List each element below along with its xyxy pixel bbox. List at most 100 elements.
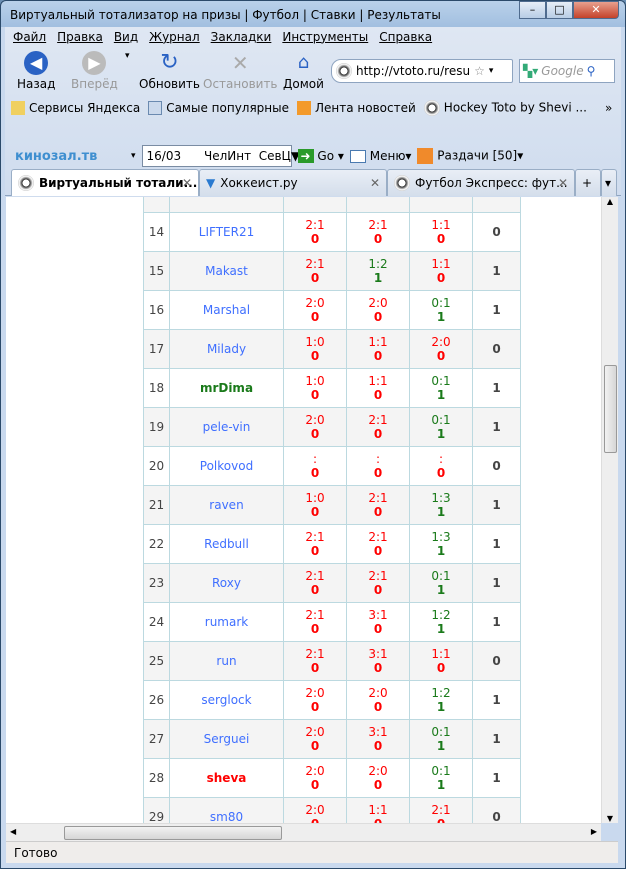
player-name-link[interactable]: run <box>216 654 236 668</box>
kinozal-combo[interactable]: 16/03 ЧелИнт СевЦ ▼ <box>141 145 300 167</box>
new-tab-button[interactable]: + <box>575 169 601 196</box>
scroll-right-icon[interactable]: ▶ <box>591 827 597 836</box>
search-box[interactable]: ▚▾ Google ⚲ <box>519 59 615 83</box>
total-points: 1 <box>472 758 521 798</box>
player-name-link[interactable]: mrDima <box>200 381 253 395</box>
back-button[interactable]: ◀ Назад <box>17 51 55 91</box>
bet-score: 0:1 <box>431 725 451 739</box>
player-name-link[interactable]: serglock <box>201 693 251 707</box>
player-name-link[interactable]: pele-vin <box>203 420 251 434</box>
history-dropdown[interactable]: ▾ <box>125 51 130 61</box>
scroll-down-icon[interactable]: ▼ <box>602 814 618 823</box>
close-tab-icon[interactable]: ✕ <box>182 176 192 190</box>
total-points: 1 <box>472 407 521 447</box>
minimize-button[interactable]: – <box>519 1 546 19</box>
menu-history[interactable]: Журнал <box>149 30 200 44</box>
razdachi-button[interactable]: Раздачи [50]▾ <box>417 148 523 164</box>
search-icon[interactable]: ⚲ <box>587 64 596 78</box>
table-row: 17 Milady 1:0 0 1:1 0 2:0 0 0 <box>143 329 521 369</box>
results-table: 1300114LIFTER212:102:101:10015Makast2:10… <box>143 197 521 823</box>
rss-icon <box>417 148 434 164</box>
player-name-link[interactable]: Serguei <box>204 732 250 746</box>
bookmark-popular[interactable]: Самые популярные <box>148 101 289 116</box>
menu-help[interactable]: Справка <box>379 30 432 44</box>
scroll-left-icon[interactable]: ◀ <box>10 827 16 836</box>
menu-view[interactable]: Вид <box>114 30 138 44</box>
site-favicon <box>336 63 352 79</box>
player-name-link[interactable]: Redbull <box>204 537 249 551</box>
home-button[interactable]: ⌂ Домой <box>283 51 324 91</box>
total-points: 1 <box>472 290 521 330</box>
total-points: 1 <box>472 719 521 759</box>
tab-hokkeist[interactable]: ▼ Хоккеист.ру ✕ <box>199 169 387 196</box>
vertical-scrollbar[interactable]: ▲ ▼ <box>601 197 618 823</box>
player-name-link[interactable]: Milady <box>207 342 246 356</box>
address-bar[interactable]: http://vtoto.ru/resu ☆ ▾ <box>331 59 513 83</box>
total-points: 1 <box>472 485 521 525</box>
close-button[interactable]: ✕ <box>573 1 619 19</box>
menu-button[interactable]: Меню▾ <box>349 149 411 163</box>
bookmarks-toolbar: Сервисы Яндекса Самые популярные Лента н… <box>11 100 612 116</box>
row-number: 24 <box>143 602 170 642</box>
table-row: 23 Roxy 2:1 0 2:1 0 0:1 1 1 <box>143 563 521 603</box>
player-name-link[interactable]: sheva <box>207 771 247 785</box>
player-name-link[interactable]: Roxy <box>212 576 241 590</box>
bet-score: 2:0 <box>305 686 325 700</box>
bet-points: 0 <box>310 778 320 792</box>
table-row: 15 Makast 2:1 0 1:2 1 1:1 0 1 <box>143 251 521 291</box>
row-number: 21 <box>143 485 170 525</box>
bet-points: 0 <box>310 466 320 480</box>
total-points: 0 <box>472 212 521 252</box>
title-bar: Виртуальный тотализатор на призы | Футбо… <box>5 4 445 26</box>
player-name-link[interactable]: rumark <box>205 615 248 629</box>
stop-button[interactable]: ✕ Остановить <box>203 51 278 91</box>
bet-points: 0 <box>373 232 383 246</box>
forward-button[interactable]: ▶ Вперёд <box>71 51 118 91</box>
scroll-up-icon[interactable]: ▲ <box>602 197 618 206</box>
bet-score: 2:0 <box>368 686 388 700</box>
bet-score: 2:1 <box>305 257 325 271</box>
star-icon[interactable]: ☆ <box>474 64 485 78</box>
tab-vtoto[interactable]: Виртуальный тотали... ✕ <box>11 169 199 196</box>
menu-bookmarks[interactable]: Закладки <box>211 30 272 44</box>
bet-points: 0 <box>373 661 383 675</box>
horizontal-scroll-thumb[interactable] <box>64 826 282 840</box>
bet-score: 2:1 <box>305 569 325 583</box>
bet-score: 1:3 <box>431 530 451 544</box>
bookmark-yandex[interactable]: Сервисы Яндекса <box>11 101 140 116</box>
bookmark-news[interactable]: Лента новостей <box>297 101 416 116</box>
go-button[interactable]: ➜ Go ▾ <box>297 149 344 163</box>
close-tab-icon[interactable]: ✕ <box>558 176 568 190</box>
player-name-link[interactable]: sm80 <box>210 810 243 823</box>
horizontal-scrollbar[interactable]: ◀ ▶ <box>6 823 601 841</box>
player-name-link[interactable]: Polkovod <box>200 459 253 473</box>
vertical-scroll-thumb[interactable] <box>604 365 617 453</box>
google-icon[interactable]: ▚▾ <box>523 64 538 78</box>
player-name-link[interactable]: LIFTER21 <box>199 225 254 239</box>
bookmark-hockey-toto[interactable]: Hockey Toto by Shevi ... <box>423 100 587 116</box>
bet-score: 1:1 <box>431 647 451 661</box>
player-name-link[interactable]: Marshal <box>203 303 250 317</box>
row-number: 29 <box>143 797 170 823</box>
menu-edit[interactable]: Правка <box>57 30 103 44</box>
bet-score: 2:1 <box>305 218 325 232</box>
close-tab-icon[interactable]: ✕ <box>370 176 380 190</box>
player-name-link[interactable]: raven <box>209 498 243 512</box>
menu-file[interactable]: Файл <box>13 30 46 44</box>
kinozal-logo[interactable]: кинозал.тв <box>15 149 125 164</box>
player-name-link[interactable]: Makast <box>205 264 248 278</box>
bet-points: 1 <box>436 583 446 597</box>
menu-bar: Файл Правка Вид Журнал Закладки Инструменты Сп… <box>13 30 432 44</box>
home-icon: ⌂ <box>297 52 310 73</box>
url-dropdown-icon[interactable]: ▾ <box>489 66 494 76</box>
menu-tools[interactable]: Инструменты <box>282 30 368 44</box>
bet-score: 0:1 <box>431 413 451 427</box>
reload-button[interactable]: ↻ Обновить <box>139 51 200 92</box>
chevron-more-icon[interactable]: » <box>605 101 612 115</box>
table-row: 16 Marshal 2:0 0 2:0 0 0:1 1 1 <box>143 290 521 330</box>
tab-football-express[interactable]: Футбол Экспресс: фут... ✕ <box>387 169 575 196</box>
bet-score: : <box>438 452 444 466</box>
tab-list-button[interactable]: ▾ <box>601 169 617 196</box>
kinozal-dropdown-icon[interactable]: ▾ <box>131 151 136 161</box>
maximize-button[interactable]: □ <box>546 1 573 19</box>
